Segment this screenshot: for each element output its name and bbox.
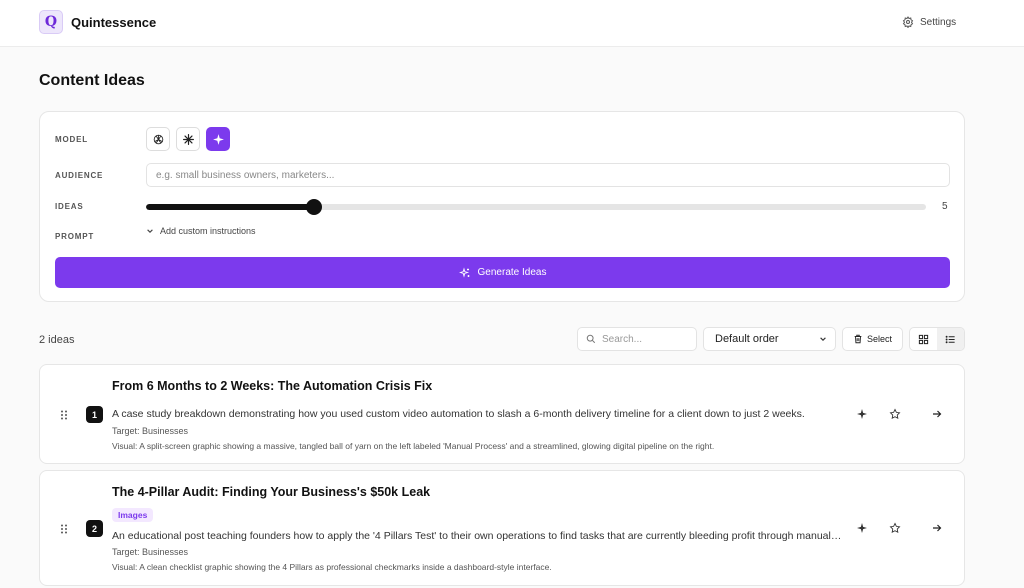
list-icon [945, 335, 955, 343]
page-title: Content Ideas [39, 72, 145, 89]
custom-instructions-label: Add custom instructions [160, 226, 256, 236]
settings-button[interactable]: Settings [902, 16, 956, 28]
arrow-right-icon [933, 524, 942, 532]
chevron-down-icon [820, 337, 826, 341]
star-icon [889, 408, 901, 419]
idea-target: Target: Businesses [112, 547, 189, 557]
favorite-button[interactable] [888, 521, 902, 535]
ideas-slider-track[interactable] [146, 204, 926, 210]
ideas-slider-fill [146, 204, 315, 210]
sparkle-icon [212, 133, 224, 145]
generate-button[interactable] [855, 407, 869, 421]
order-select[interactable]: Default order [703, 327, 836, 351]
idea-title: The 4-Pillar Audit: Finding Your Busines… [112, 485, 431, 499]
top-bar: Q Quintessence Settings [0, 0, 1024, 47]
idea-visual: Visual: A clean checklist graphic showin… [112, 562, 552, 572]
idea-card[interactable]: 2 The 4-Pillar Audit: Finding Your Busin… [39, 470, 965, 586]
select-button[interactable]: Select [842, 327, 903, 351]
view-toggle [909, 327, 965, 351]
idea-card[interactable]: 1 From 6 Months to 2 Weeks: The Automati… [39, 364, 965, 464]
model-asterisk-button[interactable] [176, 127, 200, 151]
generate-ideas-label: Generate Ideas [477, 267, 547, 278]
idea-description: An educational post teaching founders ho… [112, 530, 842, 542]
open-idea-button[interactable] [930, 521, 944, 535]
search-icon [586, 334, 596, 344]
drag-handle-icon[interactable] [60, 524, 68, 534]
idea-number: 1 [86, 406, 103, 423]
model-label: MODEL [55, 135, 88, 144]
idea-title: From 6 Months to 2 Weeks: The Automation… [112, 379, 433, 393]
star-icon [889, 522, 901, 533]
select-label: Select [866, 334, 892, 344]
asterisk-icon [182, 133, 194, 145]
drag-handle-icon[interactable] [60, 410, 68, 420]
generator-card: MODEL AUDIENCE IDEAS 5 PROMPT Add custom… [39, 111, 965, 302]
idea-visual: Visual: A split-screen graphic showing a… [112, 441, 715, 451]
openai-icon [153, 134, 163, 144]
sparkle-icon [857, 523, 867, 533]
order-select-value: Default order [715, 333, 779, 345]
model-sparkle-button[interactable] [206, 127, 230, 151]
grid-icon [918, 334, 929, 344]
custom-instructions-toggle[interactable]: Add custom instructions [146, 226, 256, 236]
search-field[interactable] [577, 327, 697, 351]
trash-icon [854, 334, 862, 344]
ideas-label: IDEAS [55, 202, 84, 211]
idea-target: Target: Businesses [112, 426, 189, 436]
prompt-label: PROMPT [55, 232, 95, 241]
ideas-slider-thumb[interactable] [306, 199, 323, 215]
grid-view-button[interactable] [910, 328, 937, 350]
chevron-down-icon [147, 229, 153, 233]
model-openai-button[interactable] [146, 127, 170, 151]
favorite-button[interactable] [888, 407, 902, 421]
ideas-count: 2 ideas [39, 334, 75, 346]
idea-tag: Images [112, 508, 154, 522]
arrow-right-icon [933, 410, 942, 418]
idea-description: A case study breakdown demonstrating how… [112, 408, 805, 420]
audience-input[interactable] [146, 163, 950, 187]
list-view-button[interactable] [937, 328, 964, 350]
ideas-value: 5 [942, 201, 948, 212]
sparkles-icon [458, 266, 470, 278]
gear-icon [902, 16, 914, 28]
audience-label: AUDIENCE [55, 171, 104, 180]
app-name[interactable]: Quintessence [71, 15, 156, 30]
search-input[interactable] [602, 333, 692, 345]
open-idea-button[interactable] [930, 407, 944, 421]
sparkle-icon [857, 409, 867, 419]
generate-ideas-button[interactable]: Generate Ideas [55, 257, 950, 288]
app-logo[interactable]: Q [39, 10, 63, 34]
idea-number: 2 [86, 520, 103, 537]
generate-button[interactable] [855, 521, 869, 535]
settings-label: Settings [920, 16, 957, 28]
